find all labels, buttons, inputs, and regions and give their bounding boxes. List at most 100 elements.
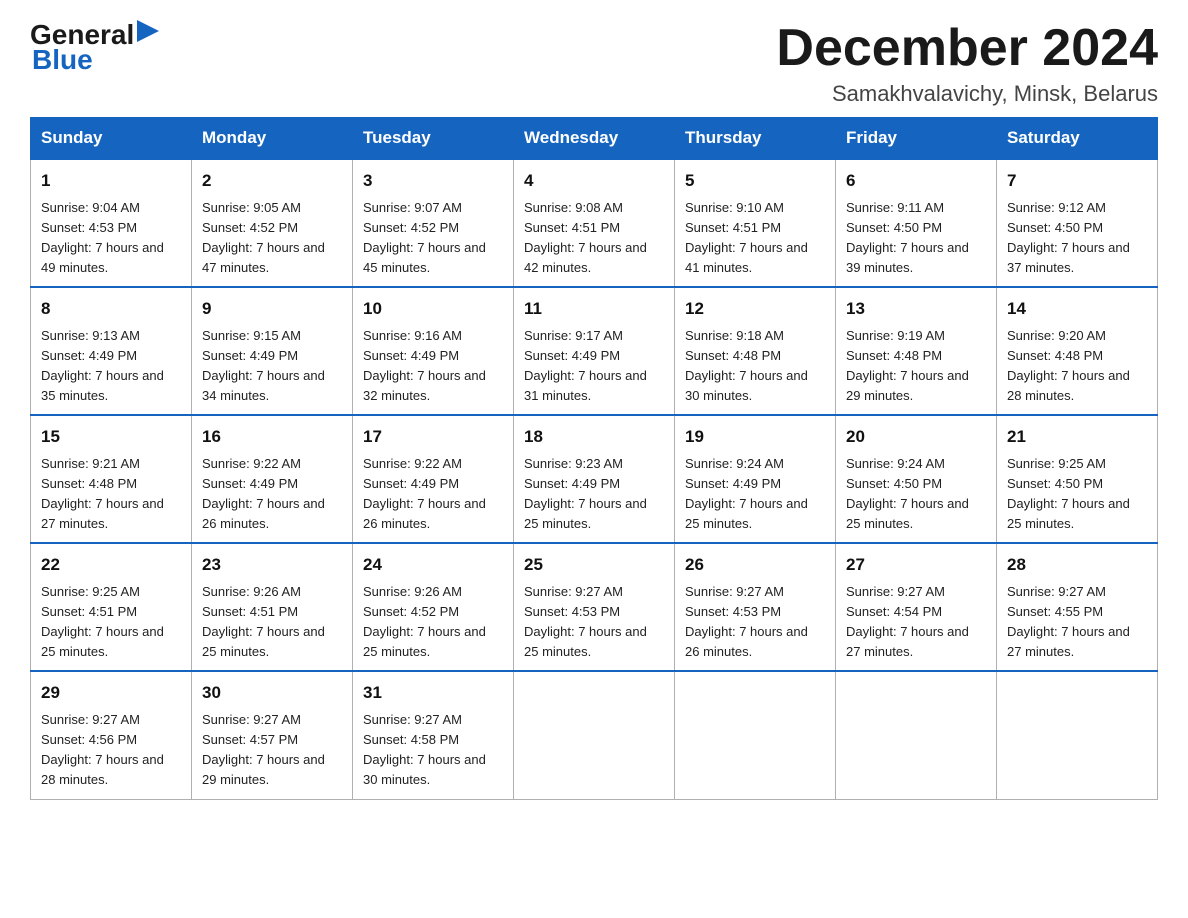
header-wednesday: Wednesday bbox=[514, 118, 675, 160]
table-row: 19 Sunrise: 9:24 AM Sunset: 4:49 PM Dayl… bbox=[675, 415, 836, 543]
table-row: 31 Sunrise: 9:27 AM Sunset: 4:58 PM Dayl… bbox=[353, 671, 514, 799]
table-row bbox=[514, 671, 675, 799]
day-info: Sunrise: 9:24 AM Sunset: 4:49 PM Dayligh… bbox=[685, 454, 825, 535]
day-number: 2 bbox=[202, 168, 342, 194]
table-row: 18 Sunrise: 9:23 AM Sunset: 4:49 PM Dayl… bbox=[514, 415, 675, 543]
logo: General Blue bbox=[30, 20, 159, 76]
day-number: 24 bbox=[363, 552, 503, 578]
day-number: 8 bbox=[41, 296, 181, 322]
day-number: 22 bbox=[41, 552, 181, 578]
table-row: 25 Sunrise: 9:27 AM Sunset: 4:53 PM Dayl… bbox=[514, 543, 675, 671]
table-row: 22 Sunrise: 9:25 AM Sunset: 4:51 PM Dayl… bbox=[31, 543, 192, 671]
day-number: 26 bbox=[685, 552, 825, 578]
day-info: Sunrise: 9:27 AM Sunset: 4:56 PM Dayligh… bbox=[41, 710, 181, 791]
table-row: 27 Sunrise: 9:27 AM Sunset: 4:54 PM Dayl… bbox=[836, 543, 997, 671]
day-info: Sunrise: 9:22 AM Sunset: 4:49 PM Dayligh… bbox=[363, 454, 503, 535]
calendar-week-row: 15 Sunrise: 9:21 AM Sunset: 4:48 PM Dayl… bbox=[31, 415, 1158, 543]
table-row: 2 Sunrise: 9:05 AM Sunset: 4:52 PM Dayli… bbox=[192, 159, 353, 287]
day-number: 30 bbox=[202, 680, 342, 706]
day-info: Sunrise: 9:23 AM Sunset: 4:49 PM Dayligh… bbox=[524, 454, 664, 535]
table-row: 4 Sunrise: 9:08 AM Sunset: 4:51 PM Dayli… bbox=[514, 159, 675, 287]
header-monday: Monday bbox=[192, 118, 353, 160]
day-info: Sunrise: 9:19 AM Sunset: 4:48 PM Dayligh… bbox=[846, 326, 986, 407]
header-saturday: Saturday bbox=[997, 118, 1158, 160]
table-row bbox=[836, 671, 997, 799]
day-number: 17 bbox=[363, 424, 503, 450]
day-info: Sunrise: 9:21 AM Sunset: 4:48 PM Dayligh… bbox=[41, 454, 181, 535]
day-number: 21 bbox=[1007, 424, 1147, 450]
table-row: 13 Sunrise: 9:19 AM Sunset: 4:48 PM Dayl… bbox=[836, 287, 997, 415]
calendar-week-row: 1 Sunrise: 9:04 AM Sunset: 4:53 PM Dayli… bbox=[31, 159, 1158, 287]
day-number: 18 bbox=[524, 424, 664, 450]
table-row: 21 Sunrise: 9:25 AM Sunset: 4:50 PM Dayl… bbox=[997, 415, 1158, 543]
day-number: 13 bbox=[846, 296, 986, 322]
table-row: 23 Sunrise: 9:26 AM Sunset: 4:51 PM Dayl… bbox=[192, 543, 353, 671]
day-number: 5 bbox=[685, 168, 825, 194]
day-number: 27 bbox=[846, 552, 986, 578]
day-number: 1 bbox=[41, 168, 181, 194]
day-info: Sunrise: 9:25 AM Sunset: 4:51 PM Dayligh… bbox=[41, 582, 181, 663]
day-number: 3 bbox=[363, 168, 503, 194]
table-row: 10 Sunrise: 9:16 AM Sunset: 4:49 PM Dayl… bbox=[353, 287, 514, 415]
table-row: 15 Sunrise: 9:21 AM Sunset: 4:48 PM Dayl… bbox=[31, 415, 192, 543]
table-row: 3 Sunrise: 9:07 AM Sunset: 4:52 PM Dayli… bbox=[353, 159, 514, 287]
day-number: 6 bbox=[846, 168, 986, 194]
day-number: 16 bbox=[202, 424, 342, 450]
day-number: 29 bbox=[41, 680, 181, 706]
day-info: Sunrise: 9:05 AM Sunset: 4:52 PM Dayligh… bbox=[202, 198, 342, 279]
day-number: 19 bbox=[685, 424, 825, 450]
header-sunday: Sunday bbox=[31, 118, 192, 160]
table-row: 1 Sunrise: 9:04 AM Sunset: 4:53 PM Dayli… bbox=[31, 159, 192, 287]
table-row bbox=[675, 671, 836, 799]
calendar-week-row: 8 Sunrise: 9:13 AM Sunset: 4:49 PM Dayli… bbox=[31, 287, 1158, 415]
day-number: 12 bbox=[685, 296, 825, 322]
table-row: 20 Sunrise: 9:24 AM Sunset: 4:50 PM Dayl… bbox=[836, 415, 997, 543]
calendar-week-row: 29 Sunrise: 9:27 AM Sunset: 4:56 PM Dayl… bbox=[31, 671, 1158, 799]
logo-blue-text: Blue bbox=[32, 45, 93, 76]
day-number: 31 bbox=[363, 680, 503, 706]
table-row: 9 Sunrise: 9:15 AM Sunset: 4:49 PM Dayli… bbox=[192, 287, 353, 415]
table-row: 24 Sunrise: 9:26 AM Sunset: 4:52 PM Dayl… bbox=[353, 543, 514, 671]
table-row: 29 Sunrise: 9:27 AM Sunset: 4:56 PM Dayl… bbox=[31, 671, 192, 799]
calendar-header-row: Sunday Monday Tuesday Wednesday Thursday… bbox=[31, 118, 1158, 160]
page-header: General Blue December 2024 Samakhvalavic… bbox=[30, 20, 1158, 107]
day-number: 14 bbox=[1007, 296, 1147, 322]
day-number: 23 bbox=[202, 552, 342, 578]
day-info: Sunrise: 9:10 AM Sunset: 4:51 PM Dayligh… bbox=[685, 198, 825, 279]
table-row: 28 Sunrise: 9:27 AM Sunset: 4:55 PM Dayl… bbox=[997, 543, 1158, 671]
day-number: 20 bbox=[846, 424, 986, 450]
day-info: Sunrise: 9:16 AM Sunset: 4:49 PM Dayligh… bbox=[363, 326, 503, 407]
location-title: Samakhvalavichy, Minsk, Belarus bbox=[776, 81, 1158, 107]
day-number: 4 bbox=[524, 168, 664, 194]
day-number: 15 bbox=[41, 424, 181, 450]
table-row: 12 Sunrise: 9:18 AM Sunset: 4:48 PM Dayl… bbox=[675, 287, 836, 415]
day-info: Sunrise: 9:11 AM Sunset: 4:50 PM Dayligh… bbox=[846, 198, 986, 279]
day-info: Sunrise: 9:18 AM Sunset: 4:48 PM Dayligh… bbox=[685, 326, 825, 407]
table-row: 6 Sunrise: 9:11 AM Sunset: 4:50 PM Dayli… bbox=[836, 159, 997, 287]
table-row: 30 Sunrise: 9:27 AM Sunset: 4:57 PM Dayl… bbox=[192, 671, 353, 799]
day-number: 9 bbox=[202, 296, 342, 322]
title-section: December 2024 Samakhvalavichy, Minsk, Be… bbox=[776, 20, 1158, 107]
calendar-week-row: 22 Sunrise: 9:25 AM Sunset: 4:51 PM Dayl… bbox=[31, 543, 1158, 671]
table-row: 8 Sunrise: 9:13 AM Sunset: 4:49 PM Dayli… bbox=[31, 287, 192, 415]
calendar-table: Sunday Monday Tuesday Wednesday Thursday… bbox=[30, 117, 1158, 799]
day-info: Sunrise: 9:26 AM Sunset: 4:51 PM Dayligh… bbox=[202, 582, 342, 663]
table-row bbox=[997, 671, 1158, 799]
day-info: Sunrise: 9:25 AM Sunset: 4:50 PM Dayligh… bbox=[1007, 454, 1147, 535]
day-info: Sunrise: 9:27 AM Sunset: 4:55 PM Dayligh… bbox=[1007, 582, 1147, 663]
day-info: Sunrise: 9:27 AM Sunset: 4:57 PM Dayligh… bbox=[202, 710, 342, 791]
day-info: Sunrise: 9:04 AM Sunset: 4:53 PM Dayligh… bbox=[41, 198, 181, 279]
day-number: 28 bbox=[1007, 552, 1147, 578]
table-row: 16 Sunrise: 9:22 AM Sunset: 4:49 PM Dayl… bbox=[192, 415, 353, 543]
table-row: 14 Sunrise: 9:20 AM Sunset: 4:48 PM Dayl… bbox=[997, 287, 1158, 415]
day-info: Sunrise: 9:24 AM Sunset: 4:50 PM Dayligh… bbox=[846, 454, 986, 535]
table-row: 11 Sunrise: 9:17 AM Sunset: 4:49 PM Dayl… bbox=[514, 287, 675, 415]
day-info: Sunrise: 9:17 AM Sunset: 4:49 PM Dayligh… bbox=[524, 326, 664, 407]
day-info: Sunrise: 9:15 AM Sunset: 4:49 PM Dayligh… bbox=[202, 326, 342, 407]
day-info: Sunrise: 9:27 AM Sunset: 4:53 PM Dayligh… bbox=[524, 582, 664, 663]
day-number: 25 bbox=[524, 552, 664, 578]
table-row: 26 Sunrise: 9:27 AM Sunset: 4:53 PM Dayl… bbox=[675, 543, 836, 671]
day-info: Sunrise: 9:08 AM Sunset: 4:51 PM Dayligh… bbox=[524, 198, 664, 279]
day-number: 11 bbox=[524, 296, 664, 322]
header-thursday: Thursday bbox=[675, 118, 836, 160]
